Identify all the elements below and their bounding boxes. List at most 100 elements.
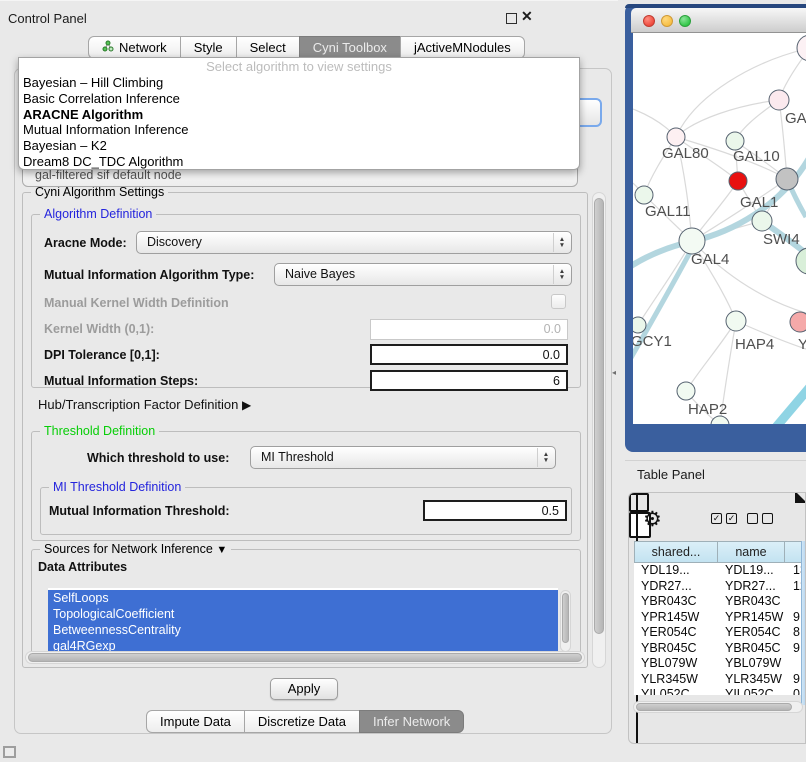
sources-title-label: Sources for Network Inference: [44, 542, 213, 556]
network-edge[interactable]: [771, 381, 806, 424]
table-row[interactable]: YBR045CYBR045C9.: [634, 641, 806, 657]
panel-divider-handle[interactable]: ◂: [612, 368, 619, 378]
chevron-up-down-icon: ▲▼: [537, 448, 554, 467]
table-row[interactable]: YLR345WYLR345W9.: [634, 672, 806, 688]
table-row[interactable]: YPR145WYPR145W9.: [634, 610, 806, 626]
data-attribute-option[interactable]: TopologicalCoefficient: [48, 606, 558, 622]
settings-horizontal-scrollbar[interactable]: [25, 651, 585, 664]
tab-style[interactable]: Style: [180, 36, 237, 59]
kernel-width-field[interactable]: 0.0: [370, 319, 568, 340]
tab-impute-data[interactable]: Impute Data: [146, 710, 245, 733]
network-node[interactable]: [752, 211, 772, 231]
threshold-definition-group: Threshold Definition Which threshold to …: [31, 431, 581, 541]
right-triangle-icon: ▶: [242, 398, 251, 412]
dpi-tolerance-field[interactable]: 0.0: [370, 344, 568, 365]
table-cell: YLR345W: [634, 672, 718, 688]
node-table: shared...nameA: [634, 541, 806, 563]
network-edge[interactable]: [638, 241, 692, 325]
tab-network[interactable]: Network: [88, 36, 181, 59]
aracne-mode-value: Discovery: [147, 235, 202, 249]
mi-type-label: Mutual Information Algorithm Type:: [44, 268, 254, 282]
mi-steps-field[interactable]: 6: [370, 370, 568, 391]
gear-icon[interactable]: ⚙: [643, 507, 662, 532]
table-row[interactable]: YDR27...YDR27...12: [634, 579, 806, 595]
table-row[interactable]: YBR043CYBR043C: [634, 594, 806, 610]
attribute-list-scrollbar[interactable]: [560, 590, 571, 652]
data-attribute-option[interactable]: BetweennessCentrality: [48, 622, 558, 638]
window-minimize-button[interactable]: [661, 15, 673, 27]
network-edge[interactable]: [676, 100, 779, 137]
manual-kernel-checkbox[interactable]: [551, 294, 566, 309]
network-node[interactable]: [796, 248, 806, 274]
mi-threshold-field[interactable]: 0.5: [423, 500, 567, 521]
table-row[interactable]: YIL052CYIL052C0.: [634, 687, 806, 695]
table-column-header[interactable]: name: [717, 541, 785, 563]
tab-jactivemnodules-label: jActiveMNodules: [414, 37, 511, 58]
data-attribute-option[interactable]: SelfLoops: [48, 590, 558, 606]
network-node[interactable]: [677, 382, 695, 400]
algorithm-option[interactable]: Bayesian – Hill Climbing: [19, 75, 579, 91]
collapsed-panel-icon[interactable]: [3, 746, 16, 758]
tab-discretize-data-label: Discretize Data: [258, 711, 346, 732]
tab-jactivemnodules[interactable]: jActiveMNodules: [400, 36, 525, 59]
algorithm-option[interactable]: Bayesian – K2: [19, 138, 579, 154]
tab-select[interactable]: Select: [236, 36, 300, 59]
mi-type-value: Naive Bayes: [285, 267, 355, 281]
settings-group-title: Cyni Algorithm Settings: [31, 185, 168, 199]
network-node[interactable]: [667, 128, 685, 146]
network-node[interactable]: [790, 312, 806, 332]
table-horizontal-scrollbar[interactable]: [633, 701, 803, 713]
network-node[interactable]: [797, 35, 806, 61]
kernel-width-label: Kernel Width (0,1):: [44, 322, 154, 336]
algorithm-option[interactable]: Mutual Information Inference: [19, 122, 579, 138]
float-window-icon[interactable]: [506, 13, 517, 24]
network-node[interactable]: [726, 311, 746, 331]
table-row[interactable]: YDL19...YDL19...13: [634, 563, 806, 579]
tab-discretize-data[interactable]: Discretize Data: [244, 710, 360, 733]
network-icon: [102, 37, 114, 58]
network-node[interactable]: [776, 168, 798, 190]
network-node-label: GAL10: [733, 148, 780, 165]
close-icon[interactable]: ✕: [521, 8, 533, 25]
table-cell: YPR145W: [634, 610, 718, 626]
checked-boxes-icon[interactable]: ✓✓: [711, 513, 737, 524]
aracne-mode-combo[interactable]: Discovery ▲▼: [136, 231, 572, 254]
tab-network-label: Network: [119, 37, 167, 58]
table-row[interactable]: YBL079WYBL079W: [634, 656, 806, 672]
control-panel-tabs: Network Style Select Cyni Toolbox jActiv…: [88, 36, 525, 59]
network-node[interactable]: [635, 186, 653, 204]
network-canvas[interactable]: GALGAL80GAL10GAL11GAL1SWI4GAL4GCY1HAP4YH…: [633, 33, 806, 424]
table-cell: YBR043C: [718, 594, 786, 610]
tab-cyni-toolbox[interactable]: Cyni Toolbox: [299, 36, 401, 59]
sources-group-title[interactable]: Sources for Network Inference ▼: [40, 542, 231, 556]
table-vertical-scrollbar[interactable]: [801, 541, 806, 705]
algorithm-option[interactable]: ARACNE Algorithm: [19, 107, 579, 123]
network-node[interactable]: [729, 172, 747, 190]
network-edge[interactable]: [686, 321, 736, 391]
table-column-header[interactable]: shared...: [634, 541, 718, 563]
table-cell: YLR345W: [718, 672, 786, 688]
network-window-titlebar[interactable]: [631, 8, 806, 33]
hub-definition-expander[interactable]: Hub/Transcription Factor Definition ▶: [38, 397, 251, 412]
network-node[interactable]: [769, 90, 789, 110]
table-cell: YBR043C: [634, 594, 718, 610]
settings-vertical-scrollbar[interactable]: [592, 192, 606, 668]
window-zoom-button[interactable]: [679, 15, 691, 27]
algorithm-option[interactable]: Basic Correlation Inference: [19, 91, 579, 107]
network-node[interactable]: [633, 317, 646, 333]
down-triangle-icon: ▼: [216, 544, 227, 556]
algorithm-options-list: Bayesian – Hill ClimbingBasic Correlatio…: [19, 75, 579, 170]
tab-select-label: Select: [250, 37, 286, 58]
unchecked-boxes-icon[interactable]: [747, 513, 773, 524]
window-close-button[interactable]: [643, 15, 655, 27]
network-node-label: GAL11: [645, 203, 691, 220]
which-threshold-combo[interactable]: MI Threshold ▲▼: [250, 446, 556, 469]
tab-infer-network-label: Infer Network: [373, 711, 450, 732]
tab-impute-data-label: Impute Data: [160, 711, 231, 732]
mi-algorithm-type-combo[interactable]: Naive Bayes ▲▼: [274, 263, 572, 286]
tab-infer-network[interactable]: Infer Network: [359, 710, 464, 733]
tab-cyni-toolbox-label: Cyni Toolbox: [313, 37, 387, 58]
algorithm-option[interactable]: Dream8 DC_TDC Algorithm: [19, 154, 579, 170]
apply-button[interactable]: Apply: [270, 678, 338, 700]
table-row[interactable]: YER054CYER054C8.: [634, 625, 806, 641]
